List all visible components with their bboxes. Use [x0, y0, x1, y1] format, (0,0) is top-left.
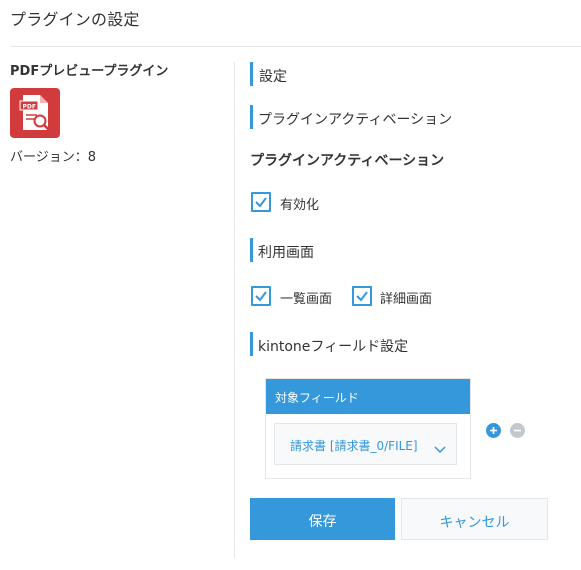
plugin-version: バージョン：8: [10, 150, 97, 165]
enable-checkbox-label: 有効化: [280, 198, 320, 213]
pdf-preview-icon: PDF: [10, 88, 60, 138]
svg-text:PDF: PDF: [23, 104, 36, 111]
page-title: プラグインの設定: [10, 10, 140, 29]
activation-title: プラグインアクティベーション: [250, 153, 445, 169]
remove-row-button[interactable]: [510, 423, 525, 438]
field-select-value: 請求書 [請求書_0/FILE]: [290, 439, 418, 453]
field-table-header: 対象フィールド: [266, 379, 470, 414]
save-button-label: 保存: [308, 514, 337, 530]
usage-section-bar: [250, 238, 253, 262]
activation-section-heading: プラグインアクティベーション: [258, 112, 453, 128]
cancel-button-label: キャンセル: [439, 515, 510, 531]
settings-heading: 設定: [259, 69, 287, 85]
detail-view-checkbox[interactable]: [352, 286, 372, 306]
field-section-bar: [250, 332, 253, 356]
check-icon: [356, 291, 368, 302]
enable-checkbox[interactable]: [251, 192, 271, 212]
plus-icon: [486, 423, 501, 438]
activation-section-bar: [250, 105, 253, 129]
add-row-button[interactable]: [486, 423, 501, 438]
check-icon: [255, 197, 267, 208]
field-select[interactable]: 請求書 [請求書_0/FILE]: [274, 423, 457, 465]
field-section-heading: kintoneフィールド設定: [258, 339, 409, 355]
plugin-name: PDFプレビュープラグイン: [10, 64, 169, 79]
minus-icon: [510, 423, 525, 438]
column-divider: [234, 62, 235, 558]
check-icon: [255, 291, 267, 302]
field-table: 対象フィールド 請求書 [請求書_0/FILE]: [265, 378, 471, 479]
list-view-checkbox[interactable]: [251, 286, 271, 306]
cancel-button[interactable]: キャンセル: [401, 498, 548, 540]
chevron-down-icon: [434, 439, 446, 458]
plugin-info: PDFプレビュープラグイン PDF バージョン：8: [10, 60, 230, 165]
usage-section-heading: 利用画面: [258, 245, 314, 261]
detail-view-label: 詳細画面: [380, 292, 433, 307]
settings-heading-bar: [250, 62, 253, 86]
save-button[interactable]: 保存: [250, 498, 395, 540]
list-view-label: 一覧画面: [280, 292, 333, 307]
title-divider: [10, 46, 581, 47]
